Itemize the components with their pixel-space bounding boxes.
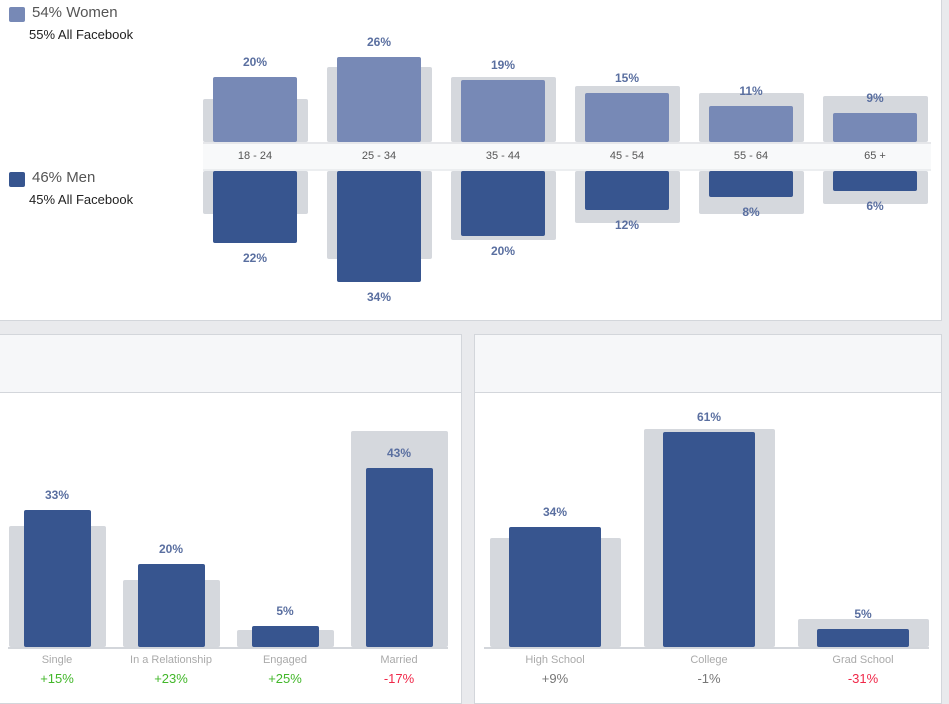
education-panel: 34% High School +9% 61% College -1% 5% Grad Sch…: [474, 334, 942, 704]
category-label: High School: [525, 654, 585, 666]
value-bar: [663, 432, 755, 647]
delta-label: -31%: [847, 671, 879, 686]
value-label: 34%: [542, 505, 568, 520]
value-label: 61%: [696, 410, 722, 425]
delta-label: +9%: [541, 671, 569, 686]
delta-label: -1%: [697, 671, 721, 686]
category-label: Grad School: [832, 654, 894, 666]
category-label: College: [690, 654, 728, 666]
baseline: [484, 647, 929, 649]
value-bar: [817, 629, 909, 647]
value-bar: [509, 527, 601, 647]
value-label: 5%: [854, 607, 872, 622]
